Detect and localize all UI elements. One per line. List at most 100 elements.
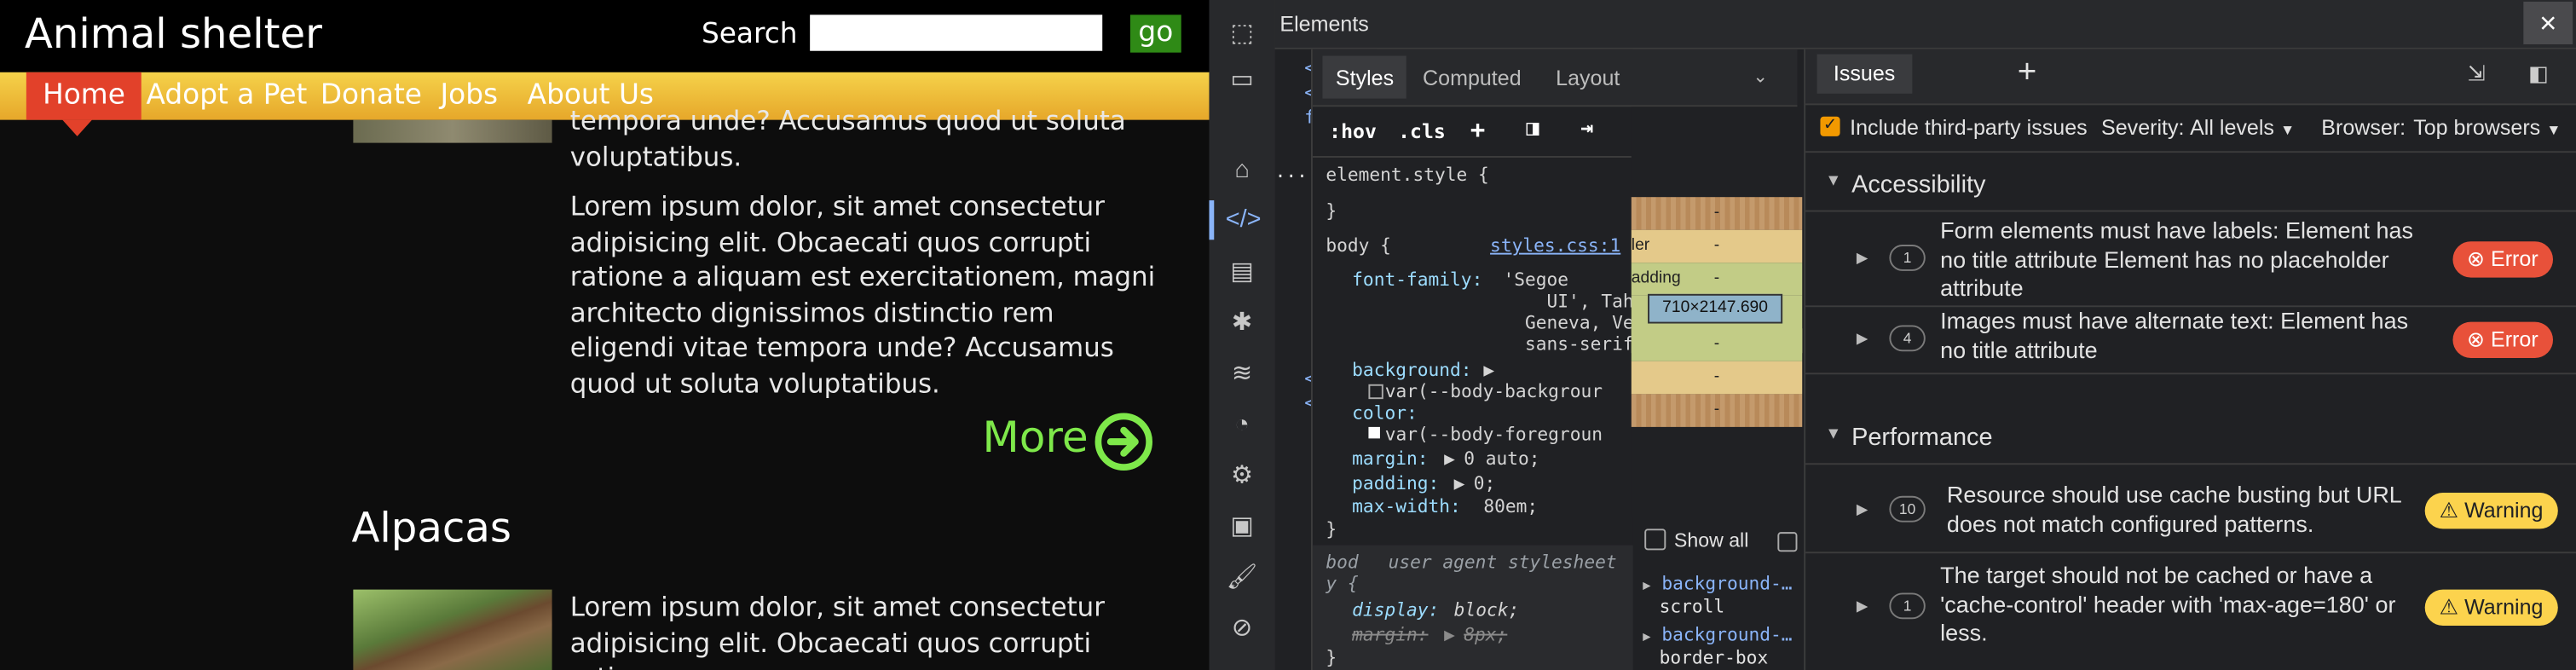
dock-icon[interactable]: ⇲ bbox=[2468, 61, 2486, 87]
tab-issues[interactable]: Issues bbox=[1816, 54, 1912, 94]
sidebar-toggle-icon[interactable]: ⇥ bbox=[1580, 117, 1593, 142]
animal-thumbnail bbox=[353, 119, 552, 143]
styles-pane: Styles Computed Layout ⌄ :hov .cls + ◨ ⇥… bbox=[1310, 49, 1798, 670]
paint-icon[interactable]: ◨ bbox=[1526, 117, 1539, 142]
prop-background[interactable]: background: bbox=[1352, 360, 1471, 381]
elements-tool-icon[interactable]: </> bbox=[1226, 204, 1262, 237]
computed-prop: background-… bbox=[1661, 573, 1793, 595]
welcome-home-icon[interactable]: ⌂ bbox=[1226, 154, 1259, 188]
paint-brush-icon[interactable]: 🖌 bbox=[1226, 562, 1259, 595]
expand-triangle-icon[interactable]: ▶ bbox=[1454, 473, 1465, 494]
prop-max-width[interactable]: max-width: bbox=[1352, 496, 1461, 517]
computed-item[interactable]: ▶ background-… scroll bbox=[1643, 573, 1792, 617]
collapse-triangle-icon[interactable]: ▼ bbox=[1825, 172, 1841, 190]
rule-source-link[interactable]: styles.css:1 bbox=[1490, 234, 1620, 256]
user-agent-rule: bod user agent stylesheet y { display: b… bbox=[1312, 545, 1633, 670]
sources-bug-icon[interactable]: ✱ bbox=[1226, 307, 1259, 340]
close-icon[interactable]: × bbox=[2523, 1, 2573, 45]
element-style-rule: element.style { bbox=[1326, 164, 1489, 186]
issues-filters: ✓ Include third-party issues Severity: A… bbox=[1805, 105, 2576, 153]
nav-home[interactable]: Home bbox=[26, 72, 142, 120]
nav-donate[interactable]: Donate bbox=[321, 72, 422, 120]
expand-triangle-icon[interactable]: ▶ bbox=[1483, 360, 1494, 381]
rule-selector: body { bbox=[1326, 234, 1391, 257]
console-icon[interactable]: ▤ bbox=[1226, 257, 1259, 290]
show-all-checkbox[interactable]: Show all bbox=[1644, 528, 1748, 552]
issue-item[interactable]: ▶ 1 The target should not be cached or h… bbox=[1805, 553, 2576, 670]
more-link[interactable]: More bbox=[983, 413, 1089, 463]
issue-item[interactable]: ▶ 1 Form elements must have labels: Elem… bbox=[1805, 213, 2576, 308]
no-entry-icon[interactable]: ⊘ bbox=[1226, 613, 1259, 646]
expand-triangle-icon[interactable]: ▶ bbox=[1444, 448, 1455, 470]
nav-jobs[interactable]: Jobs bbox=[441, 72, 499, 120]
article-text: tempora unde? Accusamus quod ut soluta v… bbox=[569, 105, 1126, 172]
box-padding-label: adding bbox=[1631, 269, 1681, 288]
issue-group-performance[interactable]: ▼ Performance bbox=[1805, 413, 2576, 465]
checkbox-box[interactable] bbox=[1644, 528, 1666, 551]
expand-triangle-icon[interactable]: ▶ bbox=[1857, 501, 1868, 519]
issue-count: 1 bbox=[1889, 245, 1926, 271]
tab-styles[interactable]: Styles bbox=[1322, 55, 1407, 99]
value-padding[interactable]: 0; bbox=[1474, 473, 1496, 494]
dropdown-triangle-icon: ▼ bbox=[2279, 121, 2296, 138]
close-brace: } bbox=[1326, 200, 1337, 222]
nav-adopt-a-pet[interactable]: Adopt a Pet bbox=[147, 72, 308, 120]
severity-dropdown[interactable]: All levels ▼ bbox=[2190, 115, 2295, 140]
computed-prop: background-… bbox=[1661, 624, 1793, 646]
color-swatch[interactable] bbox=[1368, 384, 1383, 400]
chevron-down-icon[interactable]: ⌄ bbox=[1753, 66, 1768, 87]
issue-item[interactable]: ▶ 4 Images must have alternate text: Ele… bbox=[1805, 307, 2576, 375]
expand-triangle-icon[interactable]: ▶ bbox=[1857, 330, 1868, 348]
badge-label: Error bbox=[2490, 326, 2538, 352]
collapse-triangle-icon[interactable]: ▼ bbox=[1825, 425, 1841, 443]
value-max-width[interactable]: 80em; bbox=[1483, 496, 1538, 517]
prop-margin[interactable]: margin: bbox=[1352, 448, 1428, 470]
box-content-size[interactable]: 710×2147.690 bbox=[1648, 293, 1783, 324]
new-rule-icon[interactable]: + bbox=[1470, 115, 1485, 145]
hover-state-toggle[interactable]: :hov bbox=[1329, 120, 1377, 143]
class-toggle[interactable]: .cls bbox=[1398, 120, 1446, 143]
inspect-element-icon[interactable]: ⬚ bbox=[1226, 18, 1259, 51]
issue-text: Resource should use cache busting but UR… bbox=[1946, 481, 2401, 537]
dom-ellipsis[interactable]: ... bbox=[1275, 161, 1308, 182]
prop-padding[interactable]: padding: bbox=[1352, 473, 1439, 494]
expand-triangle-icon[interactable]: ▶ bbox=[1643, 629, 1650, 644]
value-background[interactable]: var(--body-backgrour bbox=[1385, 381, 1603, 402]
include-third-party-checkbox[interactable]: ✓ bbox=[1820, 116, 1840, 136]
arrow-circle-right-icon[interactable] bbox=[1095, 413, 1153, 471]
value-margin-overridden: 8px; bbox=[1464, 624, 1508, 646]
box-margin-top: - bbox=[1631, 197, 1803, 230]
add-tab-icon[interactable]: + bbox=[2018, 55, 2037, 92]
expand-triangle-icon[interactable]: ▶ bbox=[1643, 578, 1650, 592]
expand-triangle-icon[interactable]: ▶ bbox=[1857, 598, 1868, 615]
sidebar-toggle-icon[interactable]: ◧ bbox=[2528, 61, 2549, 87]
tab-layout[interactable]: Layout bbox=[1556, 66, 1620, 90]
group-title: Performance bbox=[1851, 424, 1993, 452]
checkbox-box[interactable] bbox=[1777, 532, 1798, 552]
box-border-label: ler bbox=[1631, 236, 1650, 255]
prop-color[interactable]: color: bbox=[1352, 402, 1418, 424]
issue-group-accessibility[interactable]: ▼ Accessibility bbox=[1805, 161, 2576, 212]
error-badge: ⊗ Error bbox=[2452, 321, 2554, 358]
search-input[interactable] bbox=[810, 14, 1103, 51]
issue-text: Images must have alternate text: Element… bbox=[1940, 307, 2409, 362]
value-margin[interactable]: 0 auto; bbox=[1464, 448, 1539, 470]
tab-computed[interactable]: Computed bbox=[1423, 66, 1522, 90]
go-button[interactable]: go bbox=[1129, 14, 1181, 53]
settings-gear-icon[interactable]: ⚙ bbox=[1226, 459, 1259, 493]
computed-item[interactable]: ▶ background-… border-box bbox=[1643, 624, 1792, 668]
prop-font-family[interactable]: font-family: bbox=[1352, 269, 1482, 291]
expand-triangle-icon[interactable]: ▶ bbox=[1857, 250, 1868, 268]
browser-dropdown[interactable]: Top browsers ▼ bbox=[2413, 115, 2561, 140]
device-emulation-icon[interactable]: ▭ bbox=[1226, 64, 1259, 97]
issue-item[interactable]: ▶ 10 Resource should use cache busting b… bbox=[1805, 470, 2576, 554]
color-swatch[interactable] bbox=[1368, 426, 1380, 439]
application-icon[interactable]: ▣ bbox=[1226, 511, 1259, 544]
box-border-bottom: - bbox=[1631, 361, 1803, 395]
error-badge: ⊗ Error bbox=[2452, 241, 2554, 278]
panel-title: Elements bbox=[1279, 11, 1369, 37]
network-wifi-icon[interactable]: ≋ bbox=[1226, 358, 1259, 391]
performance-icon[interactable]: ◔ bbox=[1226, 409, 1259, 442]
expand-triangle-icon: ▶ bbox=[1444, 624, 1455, 646]
value-color[interactable]: var(--body-foregroun bbox=[1385, 424, 1603, 445]
